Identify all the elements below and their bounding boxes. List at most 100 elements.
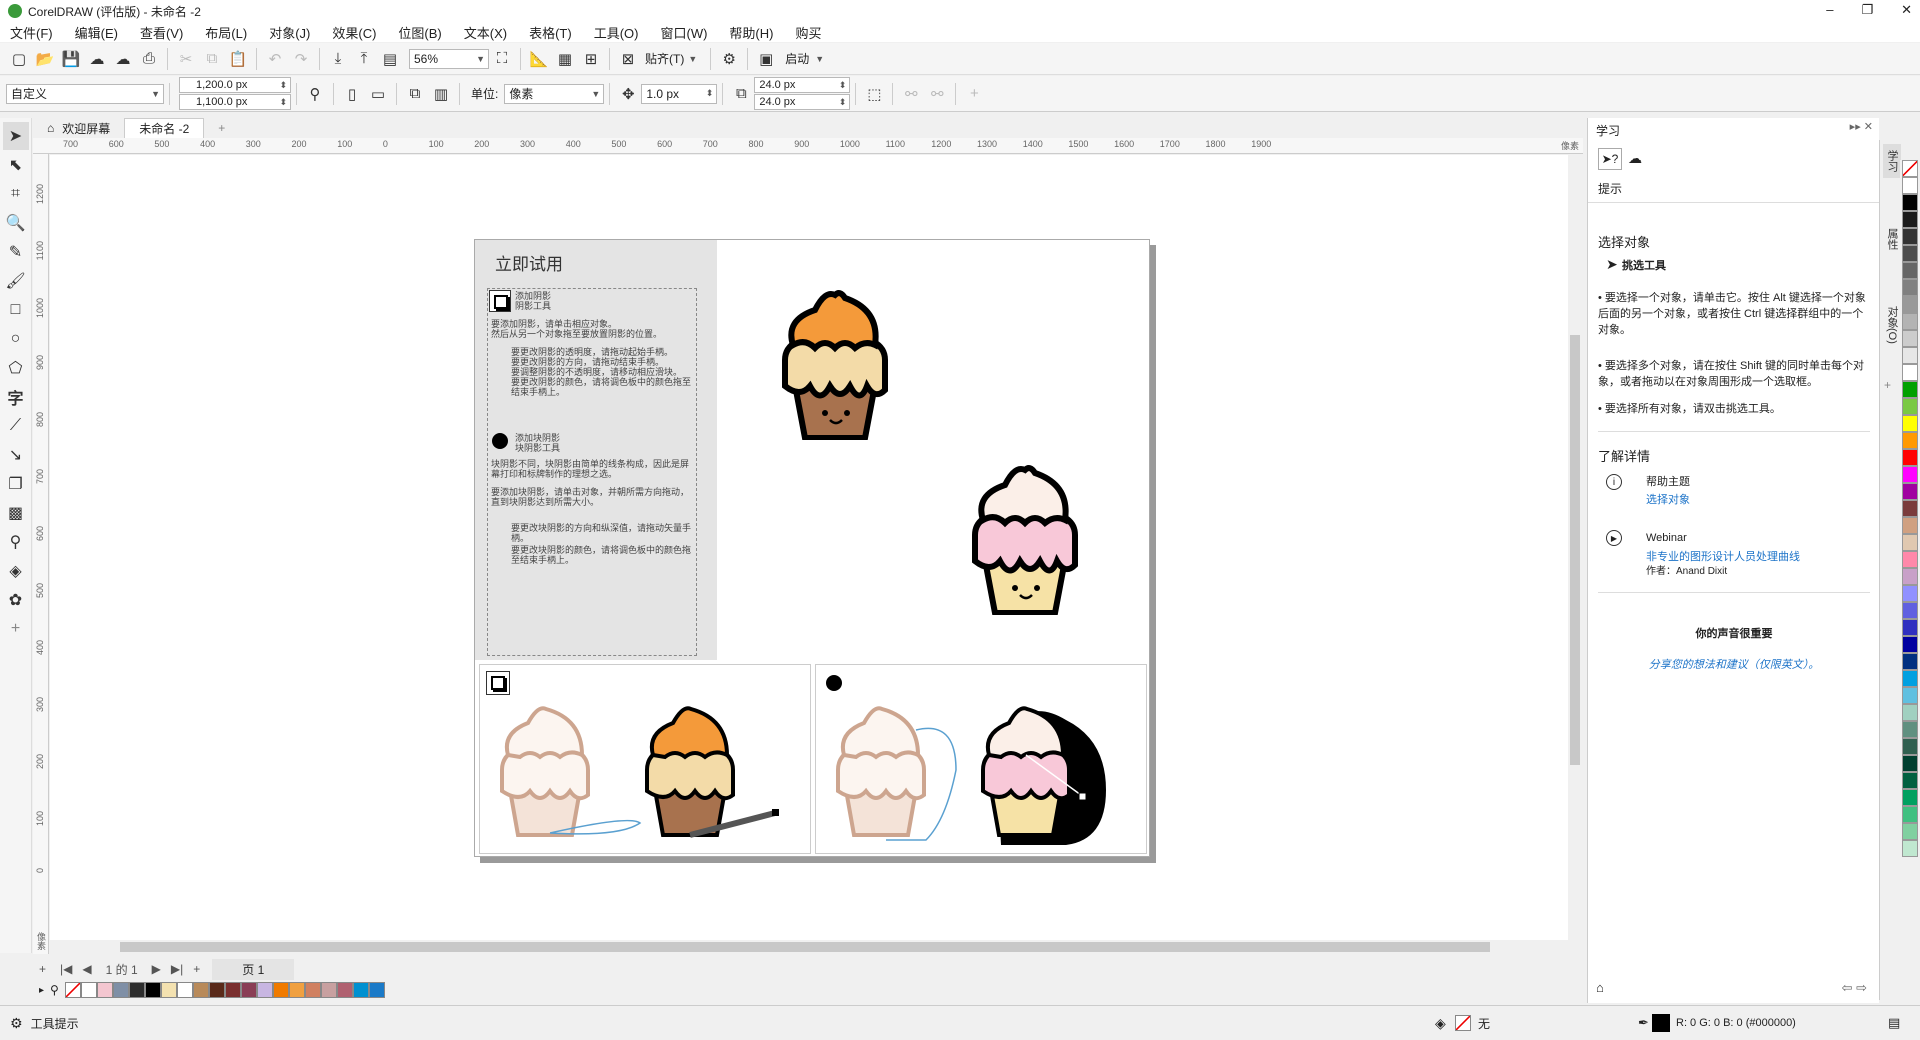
restore-button[interactable]: ❐	[1861, 2, 1873, 18]
palette-color-swatch[interactable]	[1902, 738, 1918, 755]
palette-expand-icon[interactable]: ▸	[39, 985, 44, 996]
cut-icon[interactable]: ✂	[173, 47, 199, 71]
palette-swatch[interactable]	[352, 982, 369, 998]
palette-color-swatch[interactable]	[1902, 228, 1918, 245]
fill-icon[interactable]: ◈	[1435, 1015, 1446, 1032]
zoom-tool-icon[interactable]: 🔍	[3, 209, 29, 237]
horizontal-scrollbar[interactable]	[50, 940, 1570, 954]
no-color-swatch[interactable]	[1902, 160, 1918, 177]
redo-icon[interactable]: ↷	[288, 47, 314, 71]
palette-swatch[interactable]	[96, 982, 113, 998]
add-plus-icon[interactable]: +	[961, 82, 987, 106]
hint-panel[interactable]: 立即试用 添加阴影 阴影工具 要添加阴影，请单击相应对象。 然后从另一个对象拖至…	[475, 240, 717, 660]
palette-swatch[interactable]	[176, 982, 193, 998]
help-topic-link[interactable]: 选择对象	[1646, 491, 1690, 507]
close-button[interactable]: ✕	[1901, 2, 1912, 18]
palette-color-swatch[interactable]	[1902, 840, 1918, 857]
save-icon[interactable]: 💾	[58, 47, 84, 71]
docker-tab-properties[interactable]: 属性	[1883, 222, 1901, 256]
cupcake-pink[interactable]	[965, 465, 1085, 615]
webinar-link[interactable]: 非专业的图形设计人员处理曲线	[1646, 548, 1856, 564]
palette-swatch[interactable]	[208, 982, 225, 998]
palette-swatch[interactable]	[288, 982, 305, 998]
menu-object[interactable]: 对象(J)	[269, 23, 310, 42]
palette-color-swatch[interactable]	[1902, 313, 1918, 330]
palette-color-swatch[interactable]	[1902, 415, 1918, 432]
duplicate-x-field[interactable]: 24.0 px ⬍	[754, 77, 851, 93]
palette-color-swatch[interactable]	[1902, 500, 1918, 517]
outline-color-swatch[interactable]	[1652, 1014, 1670, 1032]
horizontal-scroll-thumb[interactable]	[120, 942, 1490, 952]
palette-swatch[interactable]	[304, 982, 321, 998]
palette-swatch[interactable]	[272, 982, 289, 998]
menu-help[interactable]: 帮助(H)	[729, 23, 773, 42]
print-icon[interactable]: ⎙	[136, 47, 162, 71]
palette-color-swatch[interactable]	[1902, 449, 1918, 466]
portrait-icon[interactable]: ▯	[339, 82, 365, 106]
pick-tool-icon[interactable]: ➤	[2, 122, 29, 150]
palette-color-swatch[interactable]	[1902, 245, 1918, 262]
demo-panel-block-shadow[interactable]	[815, 664, 1147, 854]
landscape-icon[interactable]: ▭	[365, 82, 391, 106]
palette-swatch[interactable]	[224, 982, 241, 998]
launch-button[interactable]: 启动	[785, 50, 809, 67]
smart-fill-tool-icon[interactable]: ✿	[3, 586, 29, 614]
eyedropper-tool-icon[interactable]: ⚲	[3, 528, 29, 556]
freehand-tool-icon[interactable]: ✎	[3, 238, 29, 266]
palette-color-swatch[interactable]	[1902, 534, 1918, 551]
no-color-swatch[interactable]	[64, 982, 81, 998]
hints-tab-icon[interactable]: ➤?	[1598, 148, 1622, 170]
docker-tab-learn[interactable]: 学习	[1883, 144, 1901, 178]
minimize-button[interactable]: –	[1826, 2, 1833, 18]
all-pages-icon[interactable]: ⧉	[402, 82, 428, 106]
page-border-icon[interactable]: ⬚	[861, 82, 887, 106]
duplicate-y-field[interactable]: 24.0 px ⬍	[754, 94, 851, 110]
ellipse-tool-icon[interactable]: ○	[3, 325, 29, 353]
vertical-ruler[interactable]: 1200 1100 1000 900 800 700 600 500 400 300 200 100 0…	[33, 154, 49, 954]
text-tool-icon[interactable]: 字	[3, 383, 29, 411]
add-page-end-icon[interactable]: +	[193, 962, 200, 976]
palette-color-swatch[interactable]	[1902, 704, 1918, 721]
palette-color-swatch[interactable]	[1902, 517, 1918, 534]
palette-color-swatch[interactable]	[1902, 789, 1918, 806]
palette-color-swatch[interactable]	[1902, 177, 1918, 194]
palette-color-swatch[interactable]	[1902, 279, 1918, 296]
docker-controls[interactable]: ▸▸ ✕	[1850, 120, 1873, 133]
tutorial-tab-icon[interactable]: ☁	[1628, 150, 1642, 167]
menu-buy[interactable]: 购买	[795, 23, 821, 42]
palette-swatch[interactable]	[128, 982, 145, 998]
palette-color-swatch[interactable]	[1902, 194, 1918, 211]
show-grid-icon[interactable]: ▦	[552, 47, 578, 71]
connector-tool-icon[interactable]: ↘	[3, 441, 29, 469]
palette-swatch[interactable]	[192, 982, 209, 998]
next-page-icon[interactable]: ▶	[152, 962, 161, 976]
add-page-icon[interactable]: +	[39, 962, 46, 976]
palette-color-swatch[interactable]	[1902, 398, 1918, 415]
palette-color-swatch[interactable]	[1902, 364, 1918, 381]
drawing-canvas[interactable]: 立即试用 添加阴影 阴影工具 要添加阴影，请单击相应对象。 然后从另一个对象拖至…	[50, 155, 1580, 948]
palette-swatch[interactable]	[256, 982, 273, 998]
open-icon[interactable]: 📂	[32, 47, 58, 71]
first-page-icon[interactable]: |◀	[60, 962, 72, 976]
palette-color-swatch[interactable]	[1902, 262, 1918, 279]
menu-bitmaps[interactable]: 位图(B)	[398, 23, 441, 42]
palette-color-swatch[interactable]	[1902, 772, 1918, 789]
palette-swatch[interactable]	[144, 982, 161, 998]
palette-color-swatch[interactable]	[1902, 432, 1918, 449]
treat-as-filled-icon[interactable]: ⚯	[898, 82, 924, 106]
chevron-down-icon[interactable]: ▼	[688, 54, 697, 64]
palette-color-swatch[interactable]	[1902, 466, 1918, 483]
fill-none-swatch[interactable]	[1455, 1015, 1471, 1031]
palette-color-swatch[interactable]	[1902, 806, 1918, 823]
page-height-field[interactable]: 1,100.0 px ⬍	[179, 94, 291, 110]
palette-swatch[interactable]	[80, 982, 97, 998]
palette-color-swatch[interactable]	[1902, 653, 1918, 670]
import-icon[interactable]: ⤓	[325, 47, 351, 71]
transparency-tool-icon[interactable]: ▩	[3, 499, 29, 527]
palette-swatch[interactable]	[240, 982, 257, 998]
launch-icon[interactable]: ▣	[753, 47, 779, 71]
feedback-link[interactable]: 分享您的想法和建议（仅限英文）。	[1588, 656, 1880, 672]
menu-edit[interactable]: 编辑(E)	[75, 23, 118, 42]
palette-color-swatch[interactable]	[1902, 721, 1918, 738]
menu-layout[interactable]: 布局(L)	[205, 23, 247, 42]
